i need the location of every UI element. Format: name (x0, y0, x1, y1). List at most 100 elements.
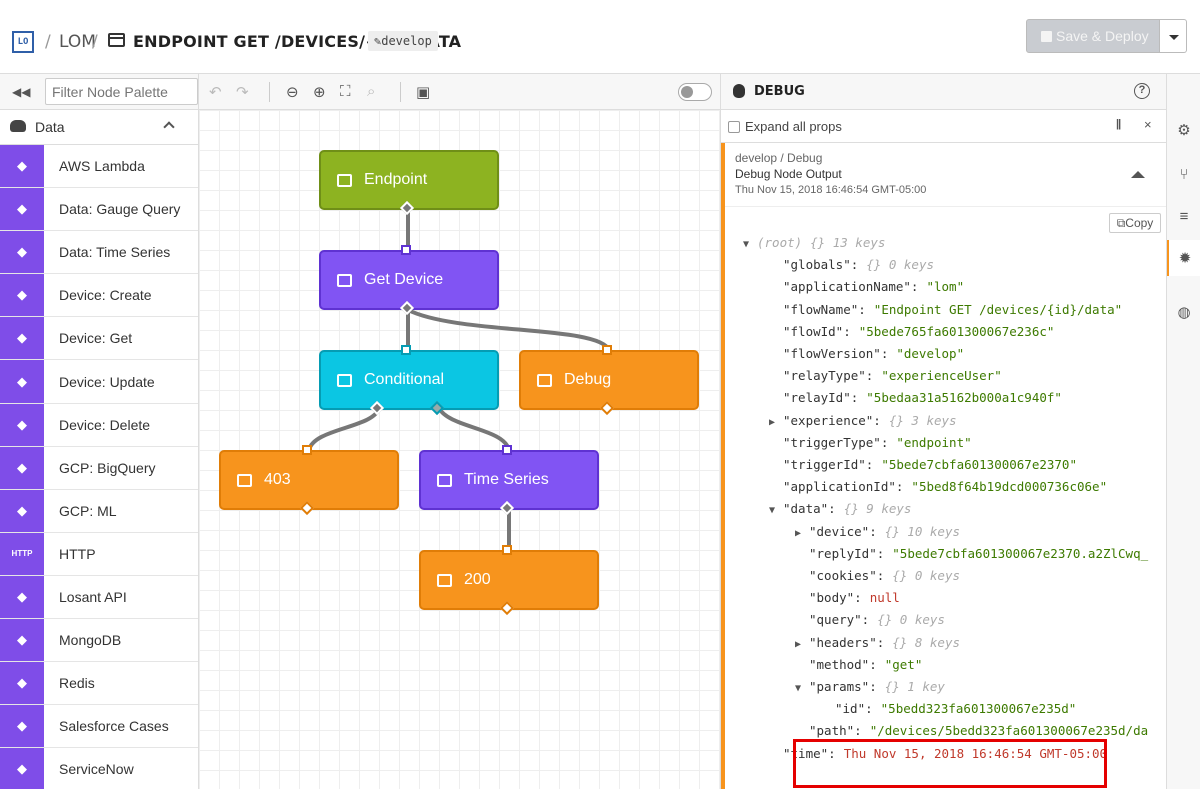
tree-row[interactable]: ▶ "headers": {} 8 keys (795, 634, 960, 652)
copy-button[interactable]: ⧉Copy (1109, 213, 1161, 233)
node-label: Time Series (464, 471, 549, 488)
tree-row: "body": null (809, 589, 900, 607)
tree-key: "triggerType": (783, 434, 889, 450)
palette-category-data[interactable]: Data (0, 110, 198, 145)
palette-node-10[interactable]: ◆ Losant API (0, 575, 198, 620)
reply-icon (437, 573, 452, 587)
bigquery-icon: ◆ (0, 446, 44, 489)
node-200[interactable]: 200 (419, 545, 599, 616)
palette-node-12[interactable]: ◆ Redis (0, 662, 198, 706)
message-timestamp: Thu Nov 15, 2018 16:46:54 GMT-05:00 (735, 184, 927, 196)
expand-right-icon[interactable]: ▶ (795, 525, 809, 543)
palette-node-2[interactable]: ◆ Data: Time Series (0, 231, 198, 275)
palette-node-9[interactable]: HTTP HTTP (0, 532, 198, 576)
debug-bug-icon[interactable]: ✹ (1167, 240, 1200, 276)
http-icon: HTTP (0, 532, 44, 575)
version-branch-icon[interactable]: ⑂ (1167, 156, 1200, 192)
live-mode-toggle[interactable] (678, 83, 712, 101)
tree-key: (root) (757, 235, 803, 250)
palette-node-13[interactable]: ◆ Salesforce Cases (0, 705, 198, 749)
node-label: Conditional (364, 371, 445, 388)
palette-node-8[interactable]: ◆ GCP: ML (0, 489, 198, 533)
breadcrumb-app-link[interactable]: LOM (59, 32, 96, 52)
tree-key: "relayId": (783, 390, 859, 406)
palette-node-7[interactable]: ◆ GCP: BigQuery (0, 446, 198, 490)
expand-right-icon[interactable]: ▶ (795, 636, 809, 654)
chevron-up-icon[interactable] (163, 121, 175, 133)
filter-node-palette-input[interactable] (45, 78, 198, 105)
zoom-in-icon[interactable]: ⊕ (313, 83, 326, 101)
top-header: LO / LOM / ENDPOINT GET /DEVICES/{ID}/DA… (0, 0, 1200, 74)
expand-down-icon[interactable]: ▼ (769, 502, 783, 520)
tree-row: "flowName": "Endpoint GET /devices/{id}/d… (783, 301, 1122, 319)
zoom-out-icon[interactable]: ⊖ (286, 83, 299, 101)
search-icon[interactable]: ⌕ (367, 83, 375, 100)
pause-icon[interactable]: || (1116, 118, 1121, 130)
tree-row[interactable]: ▼ "params": {} 1 key (795, 678, 945, 696)
input-port[interactable] (602, 345, 612, 355)
input-port[interactable] (302, 445, 312, 455)
tree-row: "globals": {} 0 keys (783, 256, 934, 274)
tree-key: "globals": (783, 257, 859, 273)
branch-badge[interactable]: ✎develop (368, 31, 438, 51)
debug-message-meta: develop / Debug Debug Node Output Thu No… (735, 151, 926, 196)
bug-icon (537, 373, 552, 387)
node-endpoint[interactable]: Endpoint (319, 150, 499, 216)
palette-node-4[interactable]: ◆ Device: Get (0, 317, 198, 361)
tree-row: "replyId": "5bede7cbfa601300067e2370.a2Zl… (809, 545, 1148, 563)
tree-row[interactable]: ▶ "experience": {} 3 keys (769, 412, 957, 430)
palette-node-14[interactable]: ◆ ServiceNow (0, 748, 198, 789)
tree-key: "params": (809, 679, 877, 694)
tree-key: "data": (783, 501, 836, 517)
clear-icon[interactable]: × (1144, 117, 1152, 132)
palette-toolbar: ◀◀ (0, 74, 198, 110)
expand-all-props-checkbox[interactable] (728, 121, 740, 133)
node-get-device[interactable]: Get Device (319, 245, 499, 316)
copy-label: Copy (1125, 216, 1154, 230)
collapse-message-icon[interactable] (1131, 171, 1145, 178)
tree-row[interactable]: ▼ "data": {} 9 keys (769, 500, 911, 518)
palette-node-6[interactable]: ◆ Device: Delete (0, 403, 198, 447)
tree-row: "id": "5bedd323fa601300067e235d" (835, 700, 1076, 718)
input-port[interactable] (401, 345, 411, 355)
palette-node-1[interactable]: ◆ Data: Gauge Query (0, 188, 198, 232)
palette-node-3[interactable]: ◆ Device: Create (0, 274, 198, 318)
node-label: Endpoint (364, 171, 428, 188)
undo-icon[interactable]: ↶ (209, 83, 222, 101)
node-403[interactable]: 403 (219, 445, 399, 516)
expand-right-icon[interactable]: ▶ (769, 414, 783, 432)
tree-key: "flowName": (783, 301, 866, 317)
input-port[interactable] (502, 445, 512, 455)
settings-gear-icon[interactable]: ⚙ (1167, 112, 1200, 148)
expand-down-icon[interactable]: ▼ (743, 236, 757, 254)
storage-database-icon[interactable]: ≡ (1167, 198, 1200, 234)
redo-icon[interactable]: ↷ (236, 83, 249, 101)
palette-node-0[interactable]: ◆ AWS Lambda (0, 145, 198, 189)
expand-all-props-label[interactable]: Expand all props (745, 119, 842, 134)
collapse-palette-icon[interactable]: ◀◀ (12, 85, 30, 99)
node-debug[interactable]: Debug (519, 345, 699, 416)
palette-node-11[interactable]: ◆ MongoDB (0, 619, 198, 663)
tree-row[interactable]: ▶ "device": {} 10 keys (795, 523, 960, 541)
palette-node-5[interactable]: ◆ Device: Update (0, 360, 198, 404)
tree-row[interactable]: ▼ (root) {} 13 keys (743, 234, 885, 252)
expand-down-icon[interactable]: ▼ (795, 680, 809, 698)
add-comment-icon[interactable]: ▣ (416, 83, 430, 101)
tree-value: "experienceUser" (881, 368, 1002, 384)
input-port[interactable] (502, 545, 512, 555)
node-time-series[interactable]: Time Series (419, 445, 599, 516)
node-conditional[interactable]: Conditional (319, 345, 499, 416)
tree-value: "endpoint" (896, 434, 972, 450)
fit-to-screen-icon[interactable]: ⛶ (340, 83, 351, 100)
input-port[interactable] (401, 245, 411, 255)
globals-globe-icon[interactable]: ◍ (1167, 294, 1200, 330)
tree-row: "relayType": "experienceUser" (783, 367, 1002, 385)
deploy-options-dropdown[interactable] (1160, 19, 1187, 53)
app-logo-icon[interactable]: LO (12, 31, 34, 53)
save-deploy-button[interactable]: Save & Deploy (1026, 19, 1160, 53)
debug-title: DEBUG (754, 84, 805, 99)
help-icon[interactable]: ? (1134, 83, 1150, 99)
workflow-canvas[interactable]: Endpoint Get Device Conditional Debug 40… (199, 110, 720, 789)
tree-value: "5bedaa31a5162b000a1c940f" (866, 390, 1062, 406)
reply-icon (237, 473, 252, 487)
